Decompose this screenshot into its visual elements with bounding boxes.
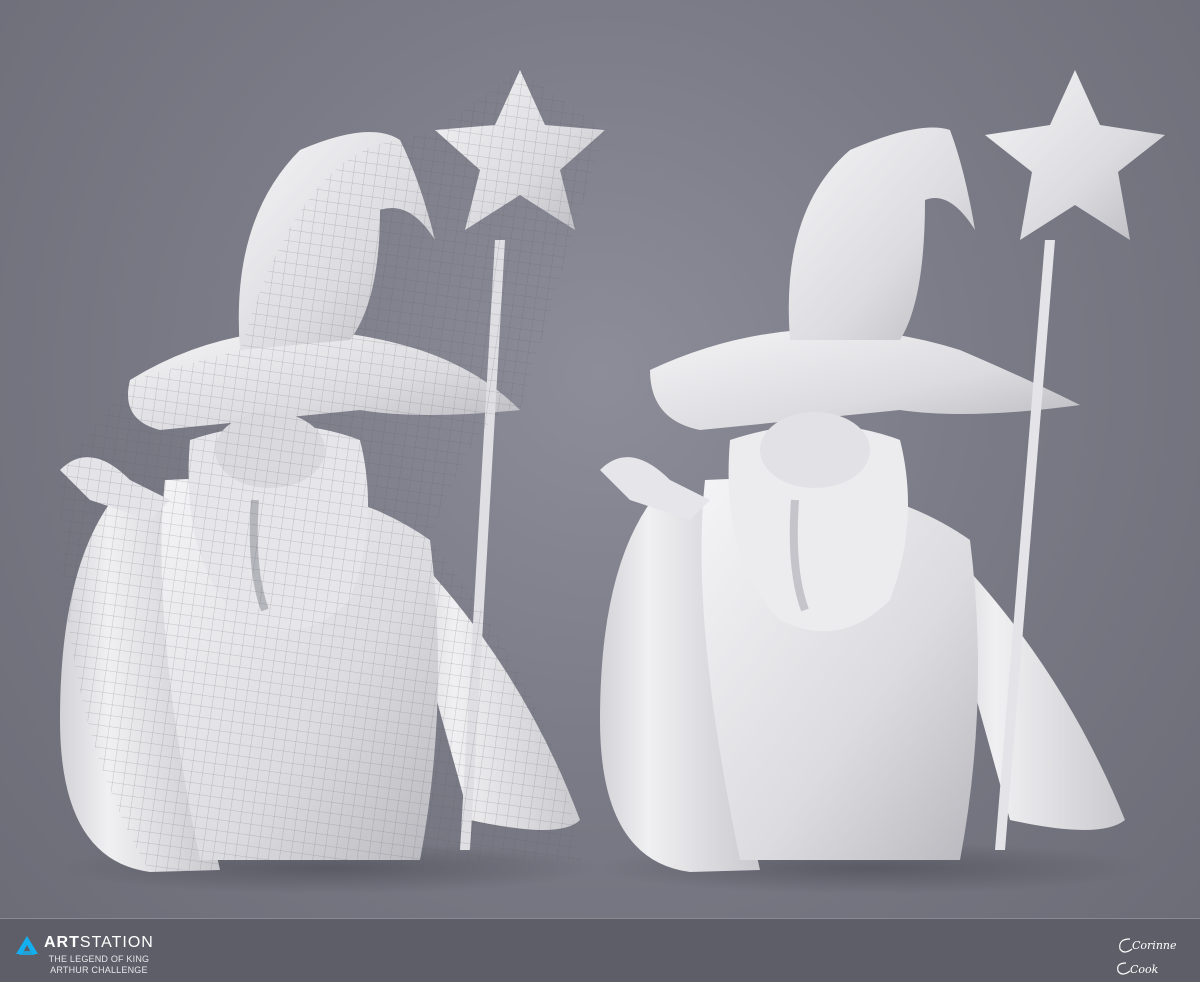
brand-name: ARTSTATION	[44, 935, 154, 951]
wizard-clay	[595, 70, 1165, 894]
brand-name-rest: STATION	[79, 934, 154, 951]
signature-line2: Cook	[1130, 963, 1159, 976]
footer: ARTSTATION THE LEGEND OF KING ARTHUR CHA…	[0, 918, 1200, 982]
artstation-brand[interactable]: ARTSTATION THE LEGEND OF KING ARTHUR CHA…	[16, 935, 154, 976]
artstation-logo-icon	[16, 936, 38, 955]
brand-name-bold: ART	[44, 934, 80, 951]
artist-signature: Corinne Cook	[1117, 938, 1177, 976]
brand-subtitle-line2: ARTHUR CHALLENGE	[50, 965, 148, 975]
brand-subtitle-line1: THE LEGEND OF KING	[48, 954, 150, 964]
page: ARTSTATION THE LEGEND OF KING ARTHUR CHA…	[0, 0, 1200, 982]
brand-text: ARTSTATION THE LEGEND OF KING ARTHUR CHA…	[44, 935, 154, 976]
wizard-wireframe	[60, 70, 605, 894]
signature-line1: Corinne	[1132, 939, 1177, 952]
render-canvas	[60, 70, 1165, 894]
